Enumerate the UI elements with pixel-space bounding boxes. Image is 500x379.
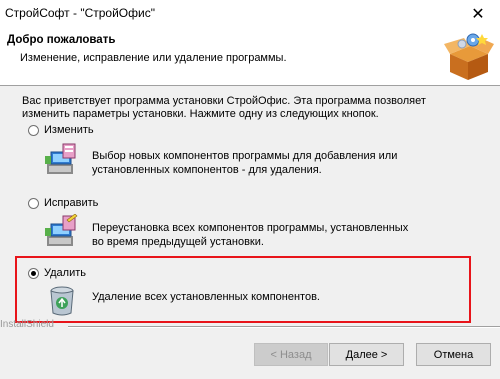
- back-button[interactable]: < Назад: [254, 343, 328, 366]
- next-button[interactable]: Далее >: [329, 343, 404, 366]
- repair-setup-icon: [45, 214, 78, 246]
- header-panel: Добро пожаловать Изменение, исправление …: [0, 28, 500, 86]
- radio-modify[interactable]: Изменить: [28, 124, 94, 136]
- modify-setup-icon: [45, 143, 76, 174]
- intro-text: Вас приветствует программа установки Стр…: [22, 95, 426, 120]
- title-bar: СтройСофт - "СтройОфис" ✕: [0, 0, 500, 29]
- radio-repair-indicator[interactable]: [28, 197, 39, 209]
- close-button[interactable]: ✕: [456, 0, 500, 28]
- window-title: СтройСофт - "СтройОфис": [5, 6, 155, 20]
- modify-description: Выбор новых компонентов программы для до…: [92, 150, 398, 176]
- radio-repair-label: Исправить: [44, 197, 99, 209]
- highlight-box: [15, 256, 471, 323]
- repair-description: Переустановка всех компонентов программы…: [92, 222, 409, 248]
- installshield-brand: InstallShield: [0, 319, 54, 330]
- page-subtitle: Изменение, исправление или удаление прог…: [20, 52, 287, 64]
- radio-modify-indicator[interactable]: [28, 124, 39, 136]
- cancel-button[interactable]: Отмена: [416, 343, 491, 366]
- page-title: Добро пожаловать: [7, 34, 116, 46]
- setup-box-logo-icon: [444, 33, 494, 80]
- radio-modify-label: Изменить: [44, 124, 94, 136]
- radio-repair[interactable]: Исправить: [28, 197, 98, 209]
- close-icon: ✕: [471, 6, 485, 23]
- footer-divider: [68, 326, 500, 328]
